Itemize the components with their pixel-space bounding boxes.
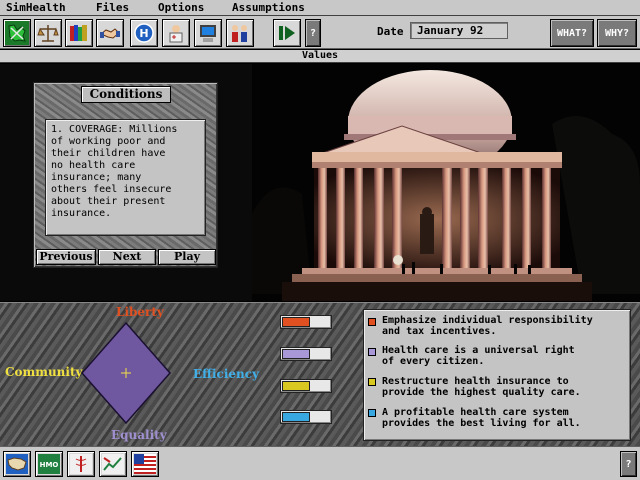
date-field: January 92 <box>410 22 508 39</box>
play-pause-icon <box>279 26 295 40</box>
next-button[interactable]: Next <box>98 249 156 265</box>
graph-icon <box>102 454 124 474</box>
technology-button[interactable] <box>194 19 222 47</box>
hmo-icon: HMO <box>38 454 60 474</box>
axis-label-liberty: Liberty <box>116 305 164 319</box>
usa-map-icon <box>6 454 28 474</box>
bottom-help-button[interactable]: ? <box>620 451 637 477</box>
handshake-icon <box>100 28 120 39</box>
description-community: Restructure health insurance to provide … <box>382 376 581 398</box>
menu-bar: SimHealth Files Options Assumptions <box>0 0 640 16</box>
play-pause-button[interactable] <box>273 19 301 47</box>
window-title: Values <box>0 50 640 63</box>
axis-label-efficiency: Efficiency <box>193 367 260 381</box>
description-liberty: Emphasize individual responsibility and … <box>382 315 593 337</box>
budget-button[interactable] <box>34 19 62 47</box>
conditions-title: Conditions <box>81 86 171 103</box>
values-diamond[interactable] <box>80 321 176 425</box>
date-label: Date <box>377 25 404 38</box>
axis-label-equality: Equality <box>111 428 167 442</box>
scales-icon <box>37 25 59 42</box>
slider-community[interactable] <box>280 379 332 393</box>
advisors-button[interactable] <box>96 19 124 47</box>
jefferson-memorial-image <box>252 64 640 301</box>
slider-efficiency[interactable] <box>280 410 332 424</box>
svg-text:H: H <box>139 27 148 40</box>
menu-options[interactable]: Options <box>158 1 204 14</box>
monument-photo <box>252 64 640 301</box>
flag-icon <box>134 454 156 474</box>
menu-files[interactable]: Files <box>96 1 129 14</box>
conditions-panel: Conditions 1. COVERAGE: Millions of work… <box>33 82 218 268</box>
slider-community-fill <box>282 381 310 391</box>
hmo-button[interactable]: HMO <box>35 451 63 477</box>
doctor-icon <box>169 25 183 43</box>
axis-label-community: Community <box>5 365 83 379</box>
conditions-text: 1. COVERAGE: Millions of working poor an… <box>45 119 206 236</box>
values-panel: Liberty Community Efficiency Equality Em… <box>0 302 640 446</box>
what-button[interactable]: WHAT? <box>550 19 594 47</box>
swatch-equality <box>368 348 376 356</box>
map-button[interactable] <box>3 19 31 47</box>
doctor-button[interactable] <box>162 19 190 47</box>
why-button[interactable]: WHY? <box>597 19 637 47</box>
description-equality: Health care is a universal right of ever… <box>382 345 575 367</box>
computer-icon <box>200 25 216 42</box>
menu-assumptions[interactable]: Assumptions <box>232 1 305 14</box>
slider-liberty[interactable] <box>280 315 332 329</box>
hmo-label: HMO <box>40 461 59 469</box>
previous-button[interactable]: Previous <box>36 249 96 265</box>
library-button[interactable] <box>65 19 93 47</box>
slider-efficiency-fill <box>282 412 310 422</box>
map-icon <box>6 22 28 44</box>
swatch-efficiency <box>368 409 376 417</box>
swatch-community <box>368 378 376 386</box>
statistics-button[interactable] <box>99 451 127 477</box>
usa-map-button[interactable] <box>3 451 31 477</box>
slider-equality[interactable] <box>280 347 332 361</box>
toolbar: H ? Date January 92 WHAT? WHY? <box>0 16 640 49</box>
main-area: Conditions 1. COVERAGE: Millions of work… <box>0 64 640 301</box>
medical-button[interactable] <box>67 451 95 477</box>
values-description-box: Emphasize individual responsibility and … <box>363 309 631 441</box>
slider-equality-fill <box>282 349 310 359</box>
slider-liberty-fill <box>282 317 310 327</box>
family-icon <box>232 25 247 42</box>
swatch-liberty <box>368 318 376 326</box>
toolbar-help-button[interactable]: ? <box>305 19 321 47</box>
hospital-button[interactable]: H <box>130 19 158 47</box>
bottom-toolbar: HMO ? <box>0 446 640 480</box>
books-icon <box>70 25 87 41</box>
people-button[interactable] <box>226 19 254 47</box>
description-efficiency: A profitable health care system provides… <box>382 407 581 429</box>
caduceus-icon <box>70 454 92 474</box>
menu-simhealth[interactable]: SimHealth <box>6 1 66 14</box>
hospital-icon: H <box>134 23 154 43</box>
government-button[interactable] <box>131 451 159 477</box>
play-button[interactable]: Play <box>158 249 216 265</box>
